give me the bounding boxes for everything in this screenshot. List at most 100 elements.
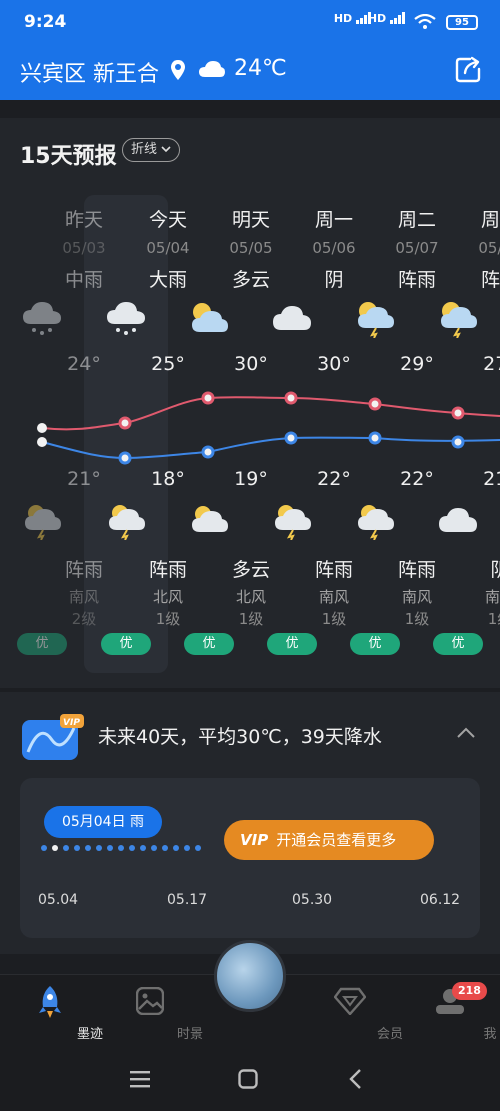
night-condition: 阵雨 xyxy=(397,559,436,581)
overcast-cloud-icon xyxy=(271,300,313,342)
battery-icon: 95 xyxy=(446,15,478,30)
wifi-icon xyxy=(414,13,436,34)
low-point xyxy=(284,431,298,445)
selected-date-pill: 05月04日 雨 xyxy=(44,806,162,838)
system-nav-bar xyxy=(0,1048,500,1111)
day-condition: 阴 xyxy=(324,269,344,291)
day-label: 周三 xyxy=(480,209,500,231)
signal-label: HD xyxy=(333,12,353,25)
signal-icon-2: HD xyxy=(368,12,406,25)
rain-cloud-icon xyxy=(105,300,147,342)
day-condition: 大雨 xyxy=(148,269,187,291)
temperature-curve xyxy=(37,391,500,465)
high-temp: 27° xyxy=(483,353,500,375)
vip-button-label: 开通会员查看更多 xyxy=(276,831,397,849)
day-label: 周二 xyxy=(397,209,436,231)
back-icon[interactable] xyxy=(348,1068,362,1094)
aqi-badge: 优 xyxy=(101,633,151,655)
wind-direction: 南风 xyxy=(318,588,349,606)
night-condition: 阵雨 xyxy=(314,559,353,581)
moon-rain-icon xyxy=(354,502,396,544)
date-tick: 05.17 xyxy=(167,892,208,908)
nav-label: 会员 xyxy=(376,1027,403,1042)
vip-button-tag: VIP xyxy=(240,831,269,849)
sun-thunder-icon xyxy=(354,300,396,342)
header: 兴宾区 新王合 24℃ xyxy=(0,42,500,100)
location-name[interactable]: 兴宾区 新王合 xyxy=(20,56,159,88)
moon-rain-icon xyxy=(21,502,63,544)
chart-mode-label: 折线 xyxy=(131,142,158,157)
high-point xyxy=(368,397,382,411)
wind-level: 1级 xyxy=(404,610,430,628)
sun-cloud-icon xyxy=(188,300,230,342)
night-condition: 阵雨 xyxy=(64,559,103,581)
day-label: 今天 xyxy=(148,209,187,231)
date-tick: 05.04 xyxy=(38,892,79,908)
share-icon[interactable] xyxy=(454,56,482,88)
wind-direction: 北风 xyxy=(235,588,266,606)
low-temp: 21° xyxy=(483,468,500,490)
low-temp: 21° xyxy=(67,468,101,490)
wind-direction: 南风 xyxy=(484,588,500,606)
day-condition: 阵雨 xyxy=(397,269,436,291)
home-icon[interactable] xyxy=(238,1069,258,1093)
aqi-badge: 优 xyxy=(433,633,483,655)
low-point xyxy=(451,435,465,449)
date-tick: 06.12 xyxy=(420,892,461,908)
rocket-icon xyxy=(37,985,63,1023)
chevron-down-icon xyxy=(161,146,171,153)
day-condition: 中雨 xyxy=(64,269,103,291)
vip-upgrade-button[interactable]: VIP 开通会员查看更多 xyxy=(224,820,434,860)
moon-rain-icon xyxy=(271,502,313,544)
high-point xyxy=(118,416,132,430)
aqi-badge: 优 xyxy=(184,633,234,655)
day-label: 明天 xyxy=(231,209,270,231)
low-temp: 19° xyxy=(234,468,268,490)
menu-icon[interactable] xyxy=(130,1070,150,1092)
day-date: 05/07 xyxy=(395,239,439,257)
image-icon xyxy=(135,986,165,1019)
day-condition: 阵雨 xyxy=(480,269,500,291)
high-temp: 24° xyxy=(67,353,101,375)
wind-level: 1级 xyxy=(238,610,264,628)
low-temp: 22° xyxy=(400,468,434,490)
chevron-up-icon[interactable] xyxy=(456,724,476,743)
night-condition: 阴 xyxy=(490,559,500,581)
top-bar: 9:24 HD HD 95 兴宾区 新王合 24℃ xyxy=(0,0,500,100)
low-point xyxy=(368,431,382,445)
nav-label: 墨迹 xyxy=(76,1027,103,1042)
wind-level: 2级 xyxy=(71,610,97,628)
low-point xyxy=(118,451,132,465)
day-date: 05/06 xyxy=(312,239,356,257)
high-temp-line xyxy=(41,396,500,431)
day-date: 05/05 xyxy=(229,239,273,257)
wind-direction: 北风 xyxy=(152,588,183,606)
low-temp: 18° xyxy=(151,468,185,490)
chart-mode-toggle[interactable]: 折线 xyxy=(122,138,181,162)
aqi-badge: 优 xyxy=(17,633,67,655)
low-temp: 22° xyxy=(317,468,351,490)
rain-cloud-icon xyxy=(21,300,63,342)
overcast-cloud-icon xyxy=(437,502,479,544)
day-label: 周一 xyxy=(314,209,353,231)
high-temp: 25° xyxy=(151,353,185,375)
day-dot-track[interactable] xyxy=(40,842,210,854)
high-temp: 30° xyxy=(317,353,351,375)
night-condition: 多云 xyxy=(231,559,270,581)
low-temp-line xyxy=(41,436,500,460)
trend-vip-icon: VIP xyxy=(22,714,84,764)
wind-level: 1级 xyxy=(321,610,347,628)
signal-icon: HD xyxy=(334,12,372,25)
nav-label: 时景 xyxy=(176,1027,203,1042)
wind-level: 1级 xyxy=(155,610,181,628)
high-temp: 30° xyxy=(234,353,268,375)
aqi-badge: 优 xyxy=(267,633,317,655)
high-point xyxy=(37,423,47,433)
day-condition: 多云 xyxy=(231,269,270,291)
center-scene-button[interactable] xyxy=(214,940,286,1012)
high-temp: 29° xyxy=(400,353,434,375)
wind-direction: 南风 xyxy=(68,588,99,606)
high-point xyxy=(284,391,298,405)
cloud-icon xyxy=(198,60,226,82)
location-pin-icon[interactable] xyxy=(170,59,186,85)
